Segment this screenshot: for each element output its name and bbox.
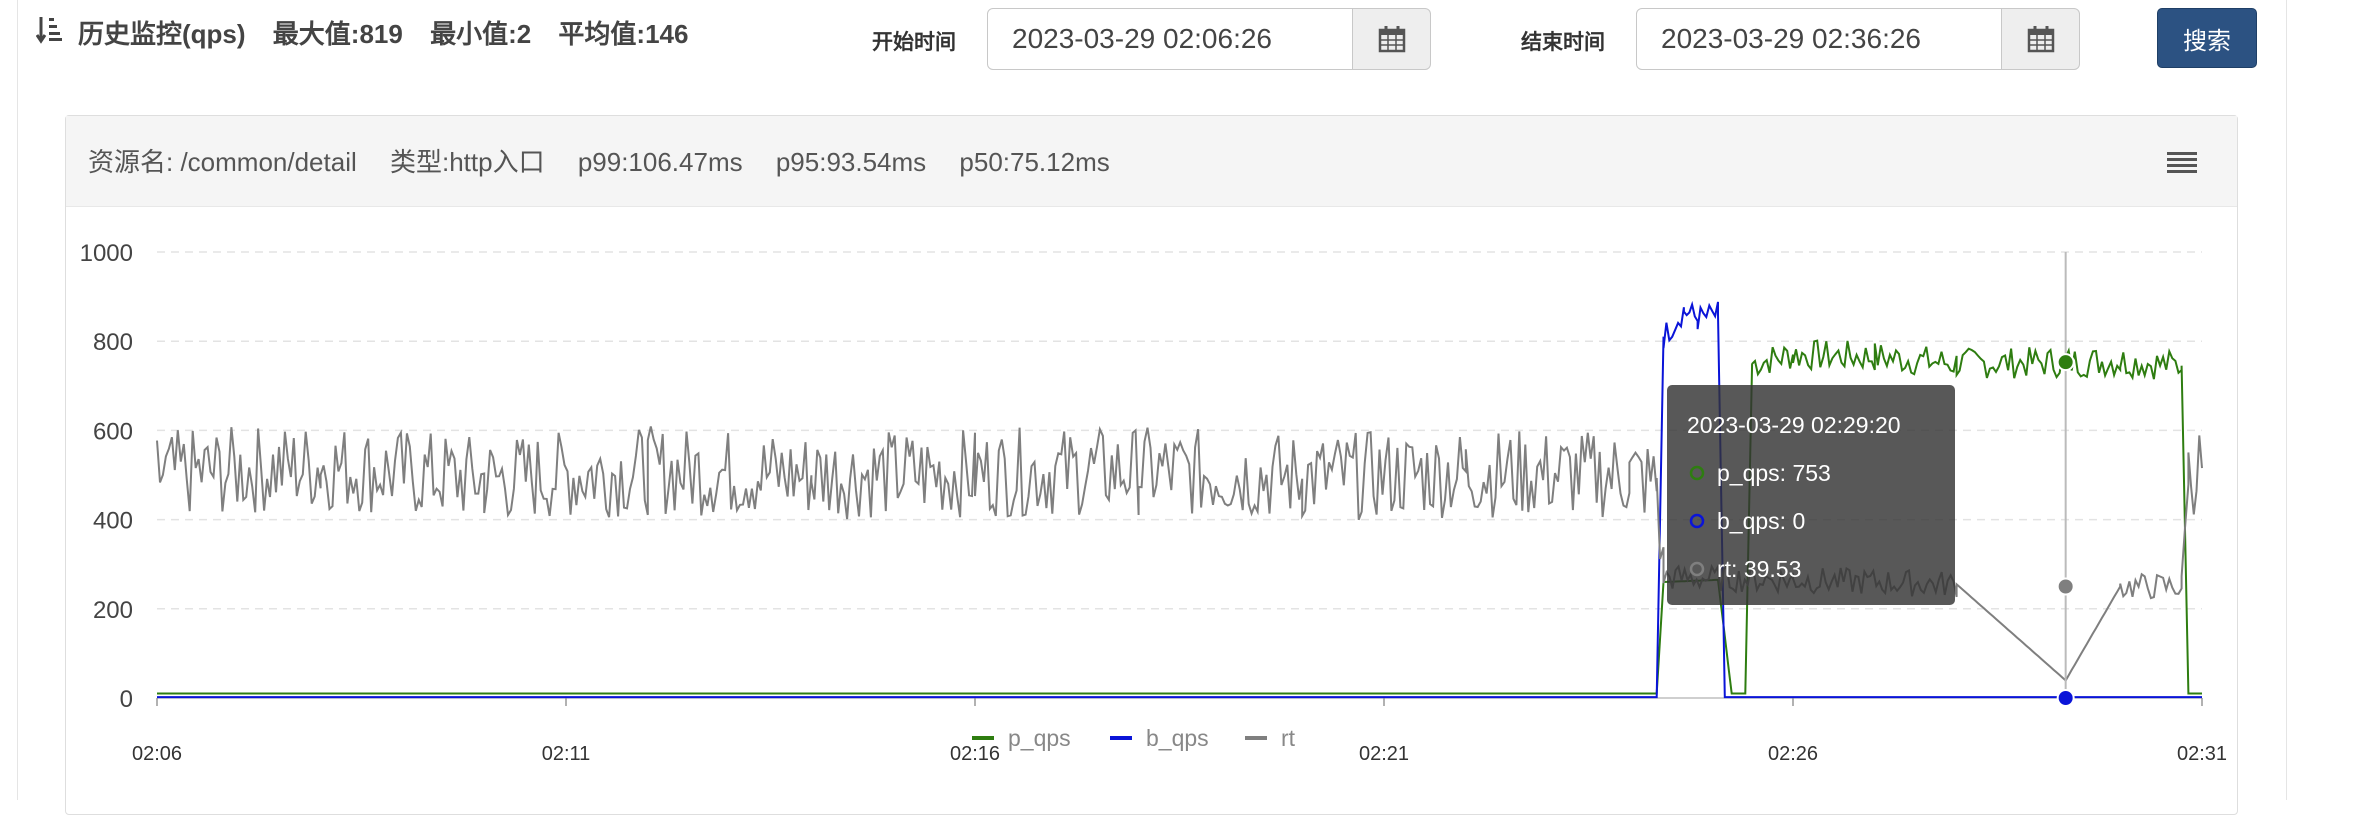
qps-line-chart[interactable]: 0 200 400 600 800 1000 02:06 02:11 02:16 02:21 02:… [0, 0, 2360, 800]
x-tick-label: 02:11 [542, 743, 591, 765]
hover-point [2056, 577, 2075, 596]
x-tick-label: 02:06 [132, 743, 182, 765]
tooltip-row: p_qps: 753 [1717, 460, 1831, 486]
hover-point [2056, 353, 2075, 372]
tooltip-time: 2023-03-29 02:29:20 [1687, 412, 1901, 438]
y-tick-label: 200 [93, 597, 133, 624]
y-tick-label: 1000 [80, 240, 133, 267]
y-tick-label: 600 [93, 418, 133, 445]
x-tick-label: 02:31 [2177, 743, 2227, 765]
legend-item-p_qps: p_qps [1008, 725, 1071, 751]
tooltip-row: rt: 39.53 [1717, 556, 1801, 582]
tooltip-row: b_qps: 0 [1717, 508, 1805, 534]
x-tick-label: 02:16 [950, 743, 1000, 765]
legend-item-rt: rt [1281, 725, 1296, 751]
x-tick-label: 02:26 [1768, 743, 1818, 765]
x-tick-label: 02:21 [1359, 743, 1409, 765]
y-tick-label: 0 [120, 686, 133, 713]
legend-item-b_qps: b_qps [1146, 725, 1209, 751]
y-tick-label: 800 [93, 329, 133, 356]
hover-point [2056, 689, 2075, 707]
y-tick-label: 400 [93, 508, 133, 535]
